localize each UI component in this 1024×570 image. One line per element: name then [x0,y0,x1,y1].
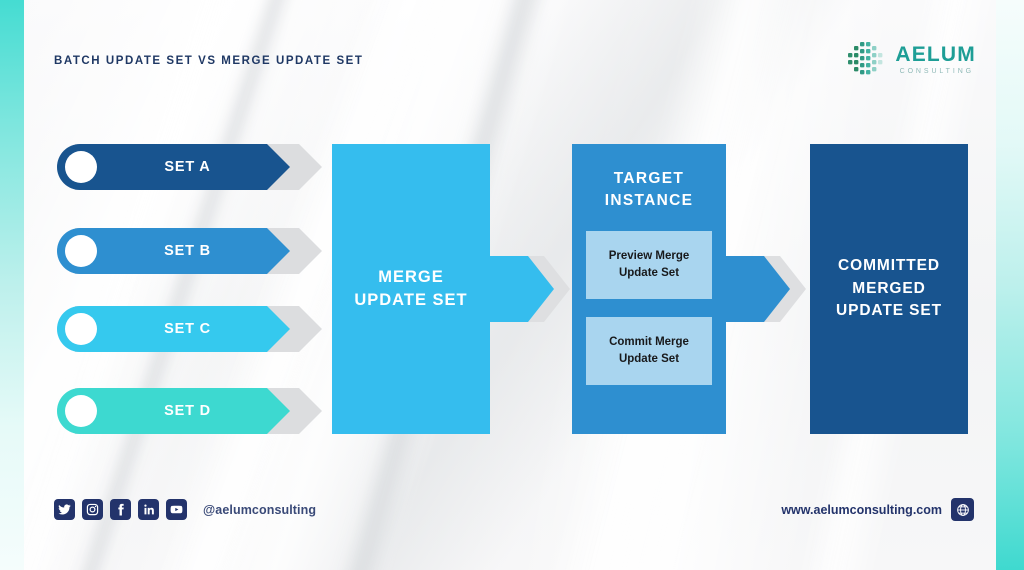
slide-canvas: BATCH UPDATE SET VS MERGE UPDATE SET AEL… [0,0,1024,570]
target-title-line1: TARGET [613,170,685,187]
set-bar-c[interactable]: SET C [57,306,322,352]
left-edge-gradient-bar [0,0,24,570]
set-bar-dot-icon [65,313,97,345]
preview-card-line1: Preview Merge [608,250,690,263]
facebook-icon[interactable] [110,499,131,520]
preview-merge-update-set-card[interactable]: Preview Merge Update Set [586,230,712,299]
youtube-icon[interactable] [166,499,187,520]
globe-icon[interactable] [951,498,974,521]
linkedin-icon[interactable] [138,499,159,520]
set-bar-label: SET A [164,159,211,175]
website-link[interactable]: www.aelumconsulting.com [781,498,974,521]
page-title: BATCH UPDATE SET VS MERGE UPDATE SET [54,55,364,67]
logo-subtitle: CONSULTING [899,67,974,75]
preview-card-line2: Update Set [618,266,680,279]
target-instance-block[interactable]: TARGET INSTANCE Preview Merge Update Set… [572,144,726,434]
committed-label-line3: UPDATE SET [835,302,943,320]
target-instance-title: TARGET INSTANCE [605,168,693,213]
merge-update-set-label: MERGE UPDATE SET [354,266,467,313]
commit-card-line1: Commit Merge [609,336,689,349]
website-url: www.aelumconsulting.com [781,502,942,517]
commit-card-text: Commit Merge Update Set [609,334,689,367]
arrow-merge-to-target-icon [488,256,574,322]
social-handle: @aelumconsulting [203,502,317,517]
committed-label-line1: COMMITTED [838,257,940,275]
set-bar-a[interactable]: SET A [57,144,322,190]
commit-card-line2: Update Set [618,352,680,365]
set-bar-b[interactable]: SET B [57,228,322,274]
set-bar-label: SET D [164,403,211,419]
committed-merged-update-set-block[interactable]: COMMITTED MERGED UPDATE SET [810,144,968,434]
committed-label-line2: MERGED [852,279,926,297]
preview-card-text: Preview Merge Update Set [609,248,690,281]
set-bar-label: SET C [164,321,211,337]
target-title-line2: INSTANCE [604,192,694,210]
logo-name: AELUM [895,42,976,66]
right-edge-gradient-bar [996,0,1024,570]
merge-label-line1: MERGE [378,267,444,286]
merge-label-line2: UPDATE SET [354,291,468,309]
set-bar-dot-icon [65,395,97,427]
twitter-icon[interactable] [54,499,75,520]
logo-wordmark: AELUM CONSULTING [895,44,976,75]
merge-update-set-block[interactable]: MERGE UPDATE SET [332,144,490,434]
set-bar-label: SET B [164,243,211,259]
social-links: @aelumconsulting [54,499,316,520]
set-bar-dot-icon [65,235,97,267]
committed-block-label: COMMITTED MERGED UPDATE SET [836,255,942,322]
instagram-icon[interactable] [82,499,103,520]
hex-dot-grid-icon [846,40,886,78]
brand-logo: AELUM CONSULTING [846,40,976,78]
set-bar-dot-icon [65,151,97,183]
set-bar-d[interactable]: SET D [57,388,322,434]
commit-merge-update-set-card[interactable]: Commit Merge Update Set [586,316,712,385]
arrow-target-to-committed-icon [724,256,810,322]
